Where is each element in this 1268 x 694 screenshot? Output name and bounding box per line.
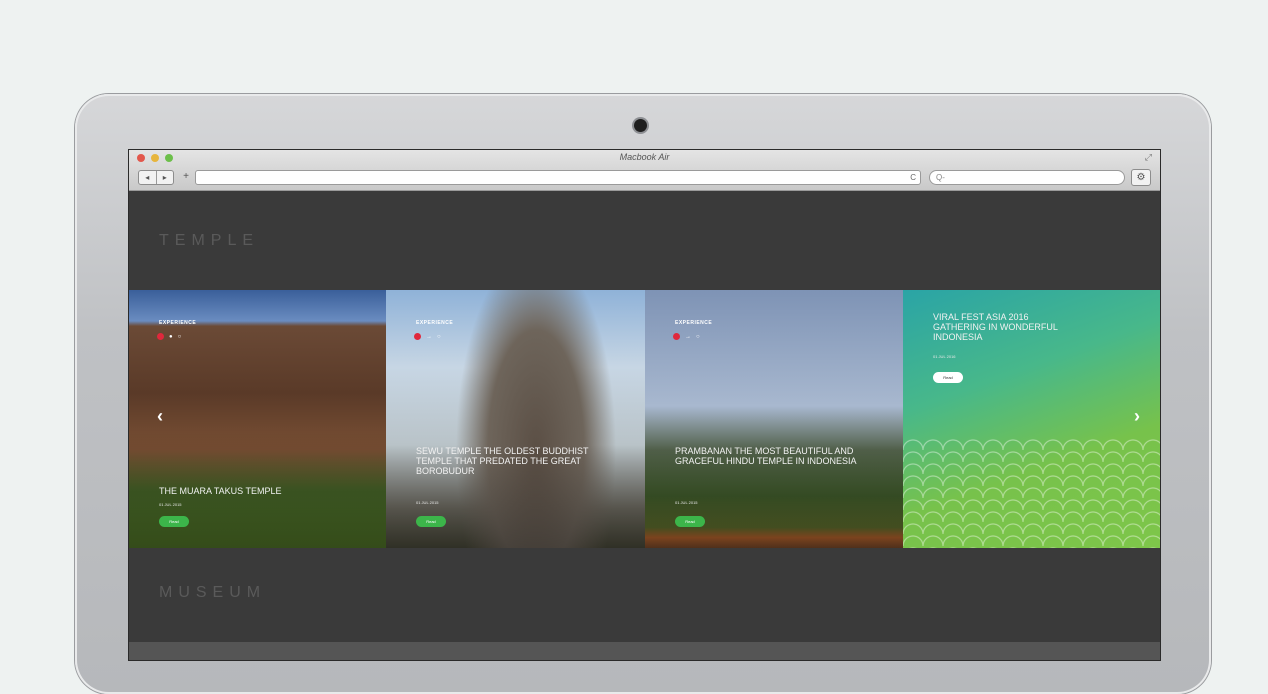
forward-button[interactable]: ▸: [157, 171, 174, 184]
back-button[interactable]: ◂: [139, 171, 157, 184]
camera-icon: [634, 119, 647, 132]
card-title: THE MUARA TAKUS TEMPLE: [159, 486, 282, 496]
search-placeholder: Q-: [936, 173, 945, 182]
nav-buttons: ◂ ▸: [138, 170, 174, 185]
address-bar[interactable]: C: [195, 170, 921, 185]
card-title: VIRAL FEST ASIA 2016 GATHERING IN WONDER…: [933, 312, 1058, 342]
heart-icon[interactable]: [157, 333, 164, 340]
read-button[interactable]: Read: [933, 372, 963, 383]
read-button[interactable]: Read: [675, 516, 705, 527]
card-date: 01 JUL 2015: [675, 500, 698, 505]
card-title: SEWU TEMPLE THE OLDEST BUDDHIST TEMPLE T…: [416, 446, 589, 476]
gear-icon[interactable]: ⚙: [1131, 169, 1151, 186]
section-title-temple: TEMPLE: [159, 232, 260, 249]
fullscreen-icon[interactable]: ⤢: [1145, 152, 1152, 163]
card-date: 01 JUL 2016: [933, 354, 956, 359]
reload-icon[interactable]: C: [910, 171, 916, 184]
share-icon[interactable]: →: [426, 334, 432, 340]
carousel-card[interactable]: EXPERIENCE → ○ PRAMBANAN THE MOST BEAUTI…: [645, 290, 903, 548]
card-date: 01 JUL 2015: [159, 502, 182, 507]
comment-icon[interactable]: ○: [437, 334, 441, 340]
share-icon[interactable]: →: [685, 334, 691, 340]
chevron-left-icon[interactable]: ‹: [157, 406, 163, 427]
heart-icon[interactable]: [414, 333, 421, 340]
new-tab-button[interactable]: +: [179, 170, 193, 183]
decorative-pattern: [903, 438, 1160, 548]
temple-carousel: EXPERIENCE ● ○ THE MUARA TAKUS TEMPLE 01…: [129, 290, 1160, 548]
window-title: Macbook Air: [619, 152, 670, 162]
card-tag: EXPERIENCE: [159, 320, 197, 326]
carousel-card[interactable]: EXPERIENCE ● ○ THE MUARA TAKUS TEMPLE 01…: [129, 290, 386, 548]
carousel-card[interactable]: VIRAL FEST ASIA 2016 GATHERING IN WONDER…: [903, 290, 1160, 548]
search-field[interactable]: Q-: [929, 170, 1125, 185]
comment-icon[interactable]: ○: [696, 334, 700, 340]
share-icon[interactable]: ●: [169, 334, 173, 340]
card-icons: → ○: [673, 333, 700, 340]
comment-icon[interactable]: ○: [178, 334, 182, 340]
read-button[interactable]: Read: [416, 516, 446, 527]
card-tag: EXPERIENCE: [416, 320, 454, 326]
card-tag: EXPERIENCE: [675, 320, 713, 326]
carousel-card[interactable]: EXPERIENCE → ○ SEWU TEMPLE THE OLDEST BU…: [386, 290, 645, 548]
read-button[interactable]: Read: [159, 516, 189, 527]
card-date: 01 JUL 2015: [416, 500, 439, 505]
card-icons: → ○: [414, 333, 441, 340]
card-icons: ● ○: [157, 333, 181, 340]
museum-carousel-preview: [129, 642, 1160, 660]
chevron-right-icon[interactable]: ›: [1134, 406, 1140, 427]
card-title: PRAMBANAN THE MOST BEAUTIFUL AND GRACEFU…: [675, 446, 857, 466]
heart-icon[interactable]: [673, 333, 680, 340]
browser-toolbar: Macbook Air ⤢ ◂ ▸ + C Q- ⚙: [129, 150, 1160, 191]
browser-window: Macbook Air ⤢ ◂ ▸ + C Q- ⚙ TEMPLE EXPERI…: [128, 149, 1161, 661]
section-title-museum: MUSEUM: [159, 584, 267, 601]
